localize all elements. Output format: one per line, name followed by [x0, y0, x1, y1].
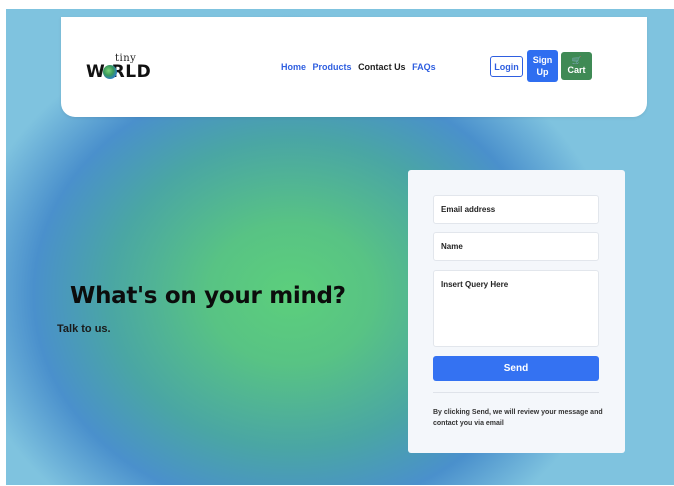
cart-button[interactable]: 🛒 Cart [561, 52, 592, 80]
email-field[interactable]: Email address [433, 195, 599, 224]
page-subheadline: Talk to us. [57, 323, 111, 335]
globe-icon [103, 65, 117, 79]
nav-link-products[interactable]: Products [313, 62, 352, 72]
cart-label: Cart [567, 65, 586, 75]
nav-links: Home Products Contact Us FAQs [281, 62, 440, 72]
nav-link-contact[interactable]: Contact Us [358, 62, 406, 72]
logo-world-text: W RLD [86, 62, 152, 82]
query-textarea[interactable]: Insert Query Here [433, 270, 599, 347]
form-note: By clicking Send, we will review your me… [433, 409, 603, 427]
name-field[interactable]: Name [433, 232, 599, 261]
signup-button[interactable]: Sign Up [527, 50, 558, 82]
send-button[interactable]: Send [433, 356, 599, 381]
login-button[interactable]: Login [490, 56, 523, 77]
logo[interactable]: tiny W RLD [86, 53, 156, 83]
hero-background: tiny W RLD Home Products Contact Us FAQs… [6, 9, 674, 485]
contact-form: Email address Name Insert Query Here Sen… [408, 170, 625, 453]
nav-link-faqs[interactable]: FAQs [412, 62, 436, 72]
navbar: tiny W RLD Home Products Contact Us FAQs… [61, 17, 647, 117]
nav-link-home[interactable]: Home [281, 62, 306, 72]
page-headline: What's on your mind? [70, 283, 346, 309]
form-divider [433, 392, 599, 393]
cart-icon: 🛒 [571, 56, 582, 65]
